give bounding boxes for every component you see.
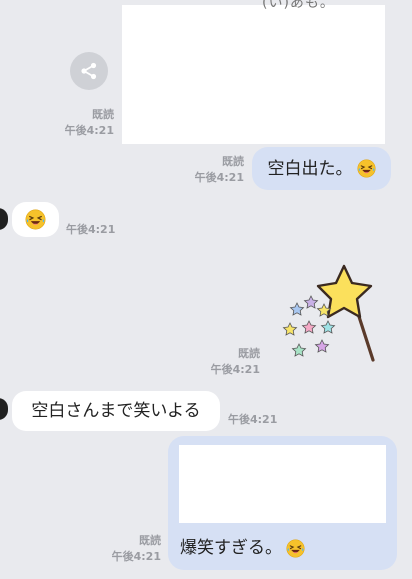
- read-receipt: 既読: [222, 155, 244, 168]
- message-meta: 既読 午後4:21: [194, 154, 244, 186]
- message-meta: 既読 午後4:21: [111, 533, 161, 565]
- timestamp: 午後4:21: [66, 223, 116, 236]
- timestamp: 午後4:21: [111, 550, 161, 563]
- read-receipt: 既読: [92, 108, 114, 121]
- message-text: 空白さんまで笑いよる: [31, 401, 201, 421]
- message-meta: 午後4:21: [66, 222, 115, 238]
- message-text: 爆笑すぎる。: [180, 538, 282, 558]
- share-icon: [81, 62, 97, 80]
- message-meta: 既読 午後4:21: [64, 107, 114, 139]
- message-bubble[interactable]: 爆笑すぎる。: [168, 436, 397, 570]
- message-meta: 午後4:21: [228, 412, 277, 428]
- quoted-image[interactable]: [179, 445, 386, 523]
- message-bubble[interactable]: 空白さんまで笑いよる: [12, 391, 220, 431]
- image-message[interactable]: [122, 5, 385, 144]
- avatar[interactable]: [0, 398, 8, 420]
- read-receipt: 既読: [139, 534, 161, 547]
- timestamp: 午後4:21: [210, 363, 260, 376]
- timestamp: 午後4:21: [194, 171, 244, 184]
- cropped-text: (い)あも。: [262, 0, 335, 11]
- rolling-laughing-emoji: [357, 159, 376, 178]
- timestamp: 午後4:21: [64, 124, 114, 137]
- avatar[interactable]: [0, 208, 8, 230]
- message-meta: 既読 午後4:21: [210, 346, 260, 378]
- timestamp: 午後4:21: [228, 413, 278, 426]
- rolling-laughing-emoji: [286, 539, 305, 558]
- message-bubble[interactable]: 空白出た。: [252, 147, 391, 190]
- sticker-message[interactable]: [278, 262, 390, 370]
- read-receipt: 既読: [238, 347, 260, 360]
- message-bubble[interactable]: [12, 202, 59, 237]
- message-text: 空白出た。: [267, 158, 353, 179]
- rolling-laughing-emoji: [25, 209, 46, 230]
- share-button[interactable]: [70, 52, 108, 90]
- star-wand-sticker: [282, 264, 375, 362]
